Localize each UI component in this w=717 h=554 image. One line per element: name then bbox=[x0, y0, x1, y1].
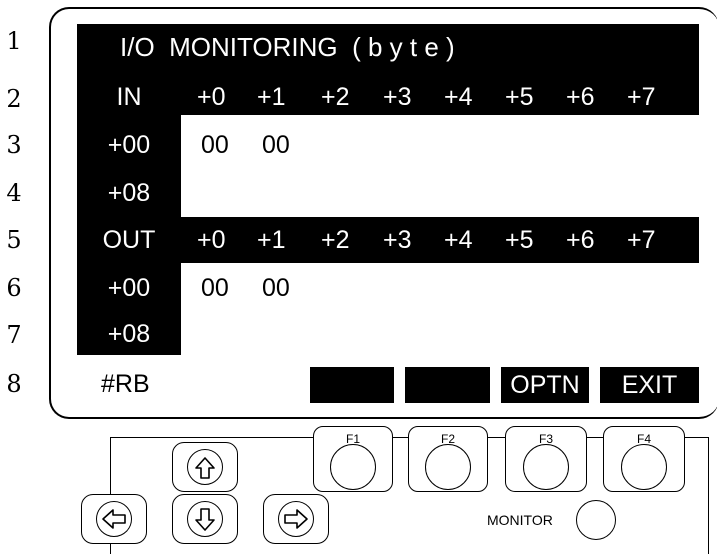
in-col-header: +6 bbox=[566, 83, 595, 111]
out-col-header: +4 bbox=[444, 226, 473, 254]
in-row-offset: +00 bbox=[107, 131, 151, 159]
out-col-header: +7 bbox=[627, 226, 656, 254]
down-arrow-key[interactable] bbox=[172, 494, 238, 544]
arrow-down-icon bbox=[195, 508, 215, 531]
f2-key[interactable]: F2 bbox=[408, 426, 488, 492]
f1-key[interactable]: F1 bbox=[313, 426, 393, 492]
out-col-header: +2 bbox=[321, 226, 350, 254]
f2-button[interactable] bbox=[425, 444, 471, 490]
in-label: IN bbox=[116, 83, 142, 111]
up-arrow-key[interactable] bbox=[172, 442, 238, 492]
softkey-f1 bbox=[310, 367, 394, 403]
left-arrow-key[interactable] bbox=[81, 494, 147, 544]
out-label: OUT bbox=[102, 226, 156, 254]
f3-key[interactable]: F3 bbox=[505, 426, 587, 492]
status-text: #RB bbox=[101, 370, 150, 398]
in-value: 00 bbox=[262, 131, 290, 159]
out-col-header: +5 bbox=[505, 226, 534, 254]
arrow-left-icon bbox=[102, 509, 126, 529]
f3-button[interactable] bbox=[523, 444, 569, 490]
in-col-header: +7 bbox=[627, 83, 656, 111]
in-col-header: +2 bbox=[321, 83, 350, 111]
screen-title: I/O MONITORING ( b y t e ) bbox=[120, 32, 455, 62]
line-number: 3 bbox=[6, 131, 22, 159]
in-col-header: +0 bbox=[197, 83, 226, 111]
softkey-f2 bbox=[405, 367, 490, 403]
monitor-label: MONITOR bbox=[487, 512, 553, 528]
line-number: 2 bbox=[6, 85, 22, 113]
out-value: 00 bbox=[262, 274, 290, 302]
in-row-offset: +08 bbox=[107, 179, 151, 207]
arrow-up-icon bbox=[195, 457, 215, 479]
out-col-header: +6 bbox=[566, 226, 595, 254]
line-number: 5 bbox=[6, 226, 22, 254]
arrow-right-icon bbox=[284, 509, 308, 529]
in-col-header: +4 bbox=[444, 83, 473, 111]
in-col-header: +5 bbox=[505, 83, 534, 111]
line-number: 8 bbox=[6, 370, 22, 398]
out-row-offset: +08 bbox=[107, 320, 151, 348]
line-number: 4 bbox=[6, 179, 22, 207]
softkey-exit: EXIT bbox=[600, 367, 699, 403]
in-col-header: +1 bbox=[257, 83, 286, 111]
in-value: 00 bbox=[201, 131, 229, 159]
softkey-optn: OPTN bbox=[501, 367, 589, 403]
right-arrow-key[interactable] bbox=[263, 494, 329, 544]
out-col-header: +1 bbox=[257, 226, 286, 254]
f4-button[interactable] bbox=[621, 444, 667, 490]
line-number: 6 bbox=[6, 274, 22, 302]
out-row-offset: +00 bbox=[107, 274, 151, 302]
line-number: 7 bbox=[6, 321, 22, 349]
f1-button[interactable] bbox=[330, 444, 376, 490]
out-col-header: +3 bbox=[383, 226, 412, 254]
line-number: 1 bbox=[6, 27, 22, 55]
out-value: 00 bbox=[201, 274, 229, 302]
out-col-header: +0 bbox=[197, 226, 226, 254]
monitor-button[interactable] bbox=[576, 500, 616, 540]
in-col-header: +3 bbox=[383, 83, 412, 111]
f4-key[interactable]: F4 bbox=[603, 426, 685, 492]
